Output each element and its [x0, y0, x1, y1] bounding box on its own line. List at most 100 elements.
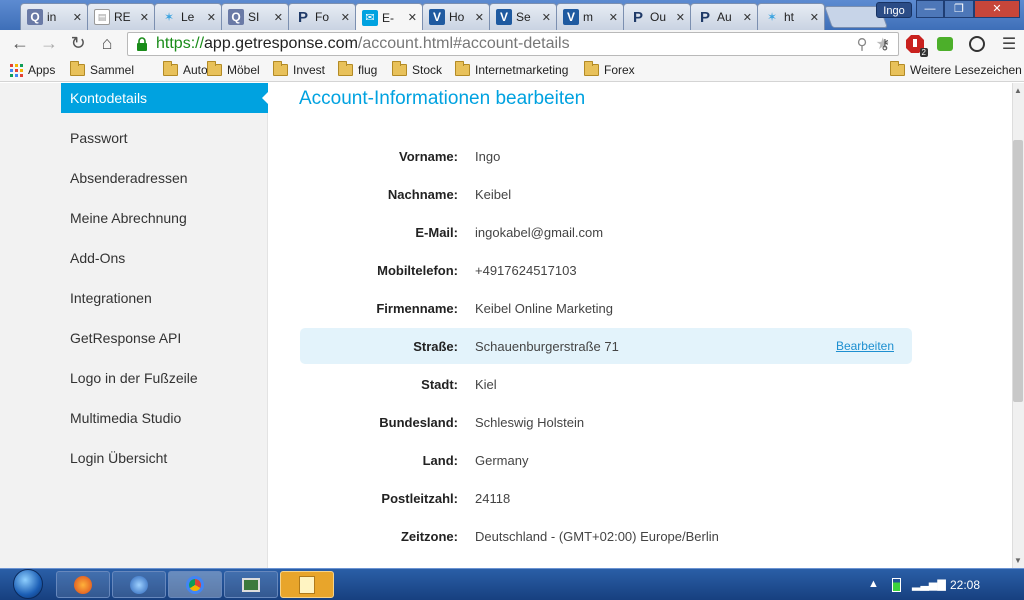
close-window-button[interactable]: ✕ — [974, 0, 1020, 18]
browser-tab[interactable]: ✶ Le ✕ — [154, 3, 222, 30]
browser-tab[interactable]: ▤ RE ✕ — [87, 3, 155, 30]
tab-close-icon[interactable]: ✕ — [542, 11, 551, 24]
account-field-row: Bundesland: Schleswig Holstein — [300, 404, 912, 440]
v-tab-icon: V — [429, 9, 445, 25]
sidebar-item[interactable]: Multimedia Studio — [61, 403, 268, 433]
tab-close-icon[interactable]: ✕ — [207, 11, 216, 24]
scroll-up-arrow-icon[interactable]: ▲ — [1013, 86, 1023, 96]
key-extension-icon[interactable]: ⚷ — [874, 33, 896, 55]
account-field-row: Stadt: Kiel — [300, 366, 912, 402]
menu-button[interactable]: ☰ — [998, 33, 1020, 55]
tab-close-icon[interactable]: ✕ — [475, 11, 484, 24]
bookmark-folder[interactable]: Stock — [392, 61, 442, 78]
profile-button[interactable]: Ingo — [876, 2, 912, 18]
field-value: Ingo — [475, 148, 501, 164]
tab-close-icon[interactable]: ✕ — [140, 11, 149, 24]
sidebar-item[interactable]: Logo in der Fußzeile — [61, 363, 268, 393]
tab-close-icon[interactable]: ✕ — [73, 11, 82, 24]
sidebar-item[interactable]: Passwort — [61, 123, 268, 153]
bookmark-folder[interactable]: Forex — [584, 61, 635, 78]
address-bar[interactable]: https://app.getresponse.com/account.html… — [127, 32, 899, 56]
adblock-extension-button[interactable]: 2 — [904, 33, 928, 57]
bookmark-folder[interactable]: Internetmarketing — [455, 61, 569, 78]
sidebar-item[interactable]: Login Übersicht — [61, 443, 268, 473]
browser-tab[interactable]: Q SI ✕ — [221, 3, 289, 30]
tab-close-icon[interactable]: ✕ — [341, 11, 350, 24]
sidebar-item[interactable]: GetResponse API — [61, 323, 268, 353]
scrollbar-thumb[interactable] — [1013, 140, 1023, 402]
folder-icon — [455, 61, 470, 76]
tab-close-icon[interactable]: ✕ — [408, 11, 417, 24]
taskbar-explorer[interactable] — [280, 571, 334, 598]
browser-tab[interactable]: ✉ E- ✕ — [355, 3, 423, 31]
sidebar-item[interactable]: Kontodetails — [61, 83, 269, 113]
sidebar-item[interactable]: Meine Abrechnung — [61, 203, 268, 233]
taskbar-firefox[interactable] — [56, 571, 110, 598]
field-value: Keibel Online Marketing — [475, 300, 614, 316]
sidebar-item[interactable]: Add-Ons — [61, 243, 268, 273]
lock-badge-icon — [969, 36, 985, 52]
network-signal-icon[interactable]: ▂▃▅▇ — [912, 578, 946, 591]
tab-title: m — [583, 10, 593, 24]
sidebar-item[interactable]: Integrationen — [61, 283, 268, 313]
zoom-search-icon[interactable]: ⚲ — [857, 35, 868, 53]
browser-tab[interactable]: Qin ✕ — [20, 3, 88, 30]
robot-extension-button[interactable] — [934, 33, 956, 55]
bookmark-folder[interactable]: Sammel — [70, 61, 134, 78]
bookmark-label: Apps — [28, 63, 56, 77]
p-tab-icon: P — [699, 8, 710, 26]
tab-title: Fo — [315, 10, 330, 24]
home-button[interactable]: ⌂ — [95, 31, 119, 55]
browser-tab[interactable]: ✶ ht ✕ — [757, 3, 825, 30]
restore-button[interactable]: ❐ — [944, 0, 974, 18]
forward-button[interactable]: → — [37, 31, 61, 55]
url-path: /account.html#account-details — [357, 35, 570, 52]
browser-tab[interactable]: Vm ✕ — [556, 3, 624, 30]
bookmark-folder[interactable]: Invest — [273, 61, 325, 78]
taskbar-clock[interactable]: 22:08 — [950, 578, 980, 592]
page-title: Account-Informationen bearbeiten — [299, 88, 586, 109]
tray-expand-icon[interactable]: ▲ — [868, 578, 879, 590]
bookmark-label: Internetmarketing — [475, 63, 569, 77]
account-field-row: Vorname: Ingo — [300, 138, 912, 174]
search-tab-icon: Q — [27, 9, 43, 25]
account-field-row[interactable]: Straße: Schauenburgerstraße 71 Bearbeiten — [300, 328, 912, 364]
taskbar-chrome[interactable] — [168, 571, 222, 598]
scroll-down-arrow-icon[interactable]: ▼ — [1013, 556, 1023, 566]
browser-tab[interactable]: V Ho ✕ — [422, 3, 490, 30]
sidebar-item[interactable]: Absenderadressen — [61, 163, 268, 193]
bookmark-apps[interactable]: Apps — [10, 62, 55, 78]
privacy-extension-button[interactable] — [966, 33, 988, 55]
restore-icon: ❐ — [954, 3, 964, 15]
browser-tab[interactable]: P Fo ✕ — [288, 3, 356, 30]
reload-button[interactable]: ↻ — [66, 31, 90, 55]
tab-close-icon[interactable]: ✕ — [743, 11, 752, 24]
forward-arrow-icon: → — [40, 33, 58, 53]
bookmark-folder[interactable]: flug — [338, 61, 377, 78]
tab-close-icon[interactable]: ✕ — [609, 11, 618, 24]
tab-title: E- — [382, 10, 394, 25]
tab-close-icon[interactable]: ✕ — [810, 11, 819, 24]
tab-close-icon[interactable]: ✕ — [274, 11, 283, 24]
browser-tab[interactable]: V Se ✕ — [489, 3, 557, 30]
minimize-button[interactable]: — — [916, 0, 944, 18]
taskbar-thunderbird[interactable] — [112, 571, 166, 598]
bookmark-folder[interactable]: Auto — [163, 61, 208, 78]
tab-close-icon[interactable]: ✕ — [676, 11, 685, 24]
minimize-icon: — — [924, 3, 936, 15]
bird-tab-icon: ✶ — [766, 10, 778, 24]
battery-icon[interactable] — [892, 578, 901, 595]
bookmark-label: Auto — [183, 63, 208, 77]
field-value: Schauenburgerstraße 71 — [475, 338, 619, 354]
taskbar-remote-desktop[interactable] — [224, 571, 278, 598]
bookmarks-bar: Apps Sammel Auto Möbel Invest flug Stock Inter… — [0, 58, 1024, 82]
bookmark-other[interactable]: Weitere Lesezeichen — [890, 61, 1022, 78]
start-button[interactable] — [8, 568, 48, 600]
browser-tab[interactable]: P Au ✕ — [690, 3, 758, 30]
field-label: Bundesland: — [379, 414, 458, 430]
edit-link[interactable]: Bearbeiten — [836, 339, 894, 353]
field-label: Firmenname: — [376, 300, 458, 316]
bookmark-folder[interactable]: Möbel — [207, 61, 260, 78]
back-button[interactable]: ← — [8, 31, 32, 55]
browser-tab[interactable]: P Ou ✕ — [623, 3, 691, 30]
